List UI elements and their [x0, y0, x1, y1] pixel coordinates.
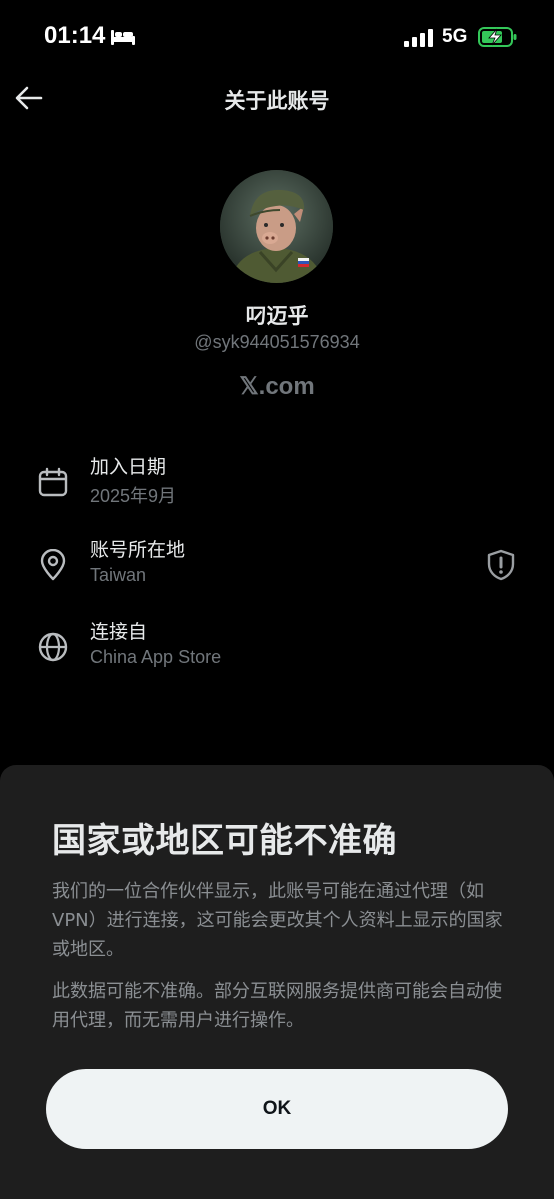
info-row-location: 账号所在地 Taiwan	[0, 535, 554, 605]
calendar-icon	[37, 466, 69, 498]
info-value: 2025年9月	[90, 486, 177, 506]
globe-icon	[37, 631, 69, 663]
bottom-sheet: 国家或地区可能不准确 我们的一位合作伙伴显示，此账号可能在通过代理（如 VPN）…	[0, 765, 554, 1199]
x-brand-label: 𝕏.com	[239, 373, 315, 400]
signal-icon	[404, 29, 434, 51]
info-label: 账号所在地	[90, 539, 186, 561]
info-label: 加入日期	[90, 456, 167, 478]
user-handle: @syk944051576934	[194, 332, 360, 352]
status-time: 01:14	[44, 22, 106, 49]
sheet-title: 国家或地区可能不准确	[52, 821, 397, 861]
info-value: Taiwan	[90, 565, 147, 585]
info-row-joined: 加入日期 2025年9月	[0, 452, 554, 522]
info-row-connected-via: 连接自 China App Store	[0, 617, 554, 687]
network-label: 5G	[442, 26, 468, 47]
avatar[interactable]	[220, 170, 333, 283]
ok-button[interactable]: OK	[46, 1069, 508, 1149]
shield-alert-icon[interactable]	[486, 549, 516, 581]
info-value: China App Store	[90, 647, 222, 667]
sheet-paragraph: 此数据可能不准确。部分互联网服务提供商可能会自动使用代理，而无需用户进行操作。	[52, 981, 502, 1031]
location-pin-icon	[37, 548, 69, 581]
page-title: 关于此账号	[224, 89, 330, 113]
status-bar: 01:14 5G	[0, 0, 554, 72]
sheet-paragraph: 我们的一位合作伙伴显示，此账号可能在通过代理（如 VPN）进行连接，这可能会更改…	[52, 881, 503, 960]
info-label: 连接自	[90, 621, 148, 643]
battery-charging-icon	[478, 26, 518, 52]
display-name: 叼迈乎	[245, 304, 309, 328]
bed-icon	[110, 26, 136, 50]
